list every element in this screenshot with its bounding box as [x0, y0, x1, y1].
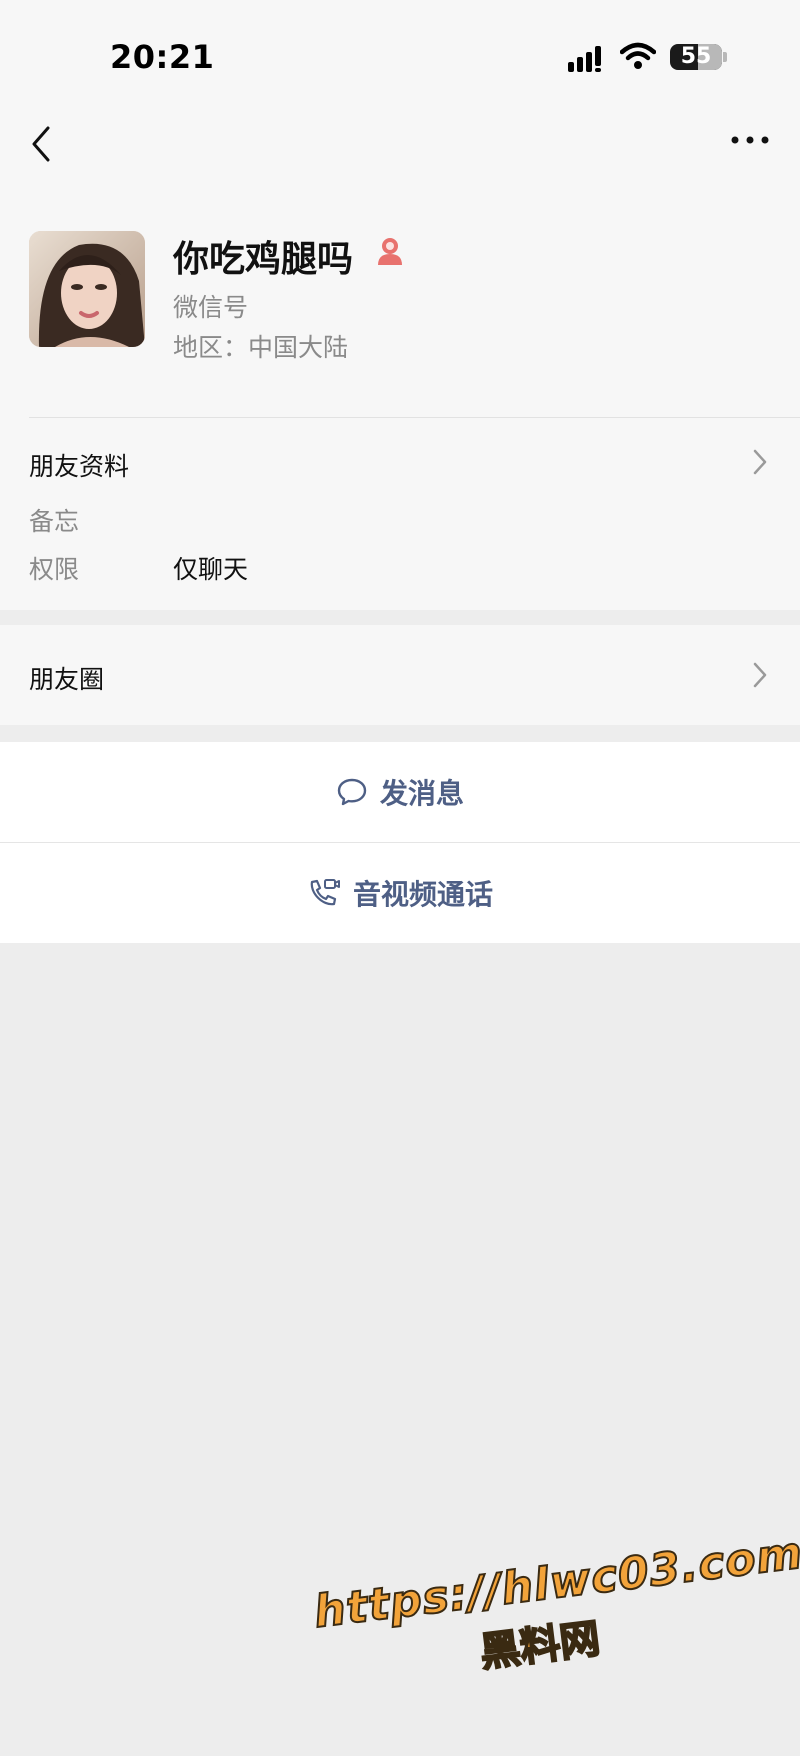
battery-indicator: 55 — [670, 44, 722, 70]
moments-row[interactable]: 朋友圈 — [0, 625, 800, 725]
navigation-bar — [0, 110, 800, 180]
chevron-right-icon[interactable] — [752, 448, 768, 476]
send-message-label: 发消息 — [379, 777, 464, 810]
permission-value[interactable]: 仅聊天 — [173, 550, 248, 586]
more-options-icon[interactable] — [730, 130, 770, 150]
av-call-button[interactable]: 音视频通话 — [0, 843, 800, 943]
section-divider — [29, 417, 800, 418]
avatar[interactable] — [29, 231, 145, 347]
battery-tip — [723, 52, 727, 62]
av-call-label: 音视频通话 — [352, 878, 493, 911]
wifi-icon — [620, 42, 656, 69]
back-arrow-icon[interactable] — [28, 124, 58, 164]
remark-label[interactable]: 备忘 — [29, 502, 79, 538]
chevron-right-icon[interactable] — [752, 661, 768, 689]
chat-bubble-icon — [337, 778, 367, 806]
permission-label: 权限 — [29, 555, 80, 584]
send-message-button[interactable]: 发消息 — [0, 742, 800, 842]
status-time: 20:21 — [110, 38, 215, 76]
contact-name: 你吃鸡腿吗 — [173, 239, 354, 280]
battery-level: 55 — [680, 44, 712, 69]
region-text: 地区：中国大陆 — [173, 333, 349, 362]
female-icon — [378, 238, 402, 265]
moments-title: 朋友圈 — [29, 665, 105, 694]
cellular-signal-icon — [568, 46, 601, 72]
wechat-id-label: 微信号 — [173, 293, 249, 322]
status-bar: 20:21 55 — [0, 0, 800, 110]
friend-info-title[interactable]: 朋友资料 — [29, 447, 129, 483]
phone-video-icon — [310, 879, 340, 906]
watermark: https://hlwc03.com 黑料网 — [310, 1526, 800, 1756]
profile-card: 你吃鸡腿吗 微信号 地区：中国大陆 — [0, 200, 800, 415]
